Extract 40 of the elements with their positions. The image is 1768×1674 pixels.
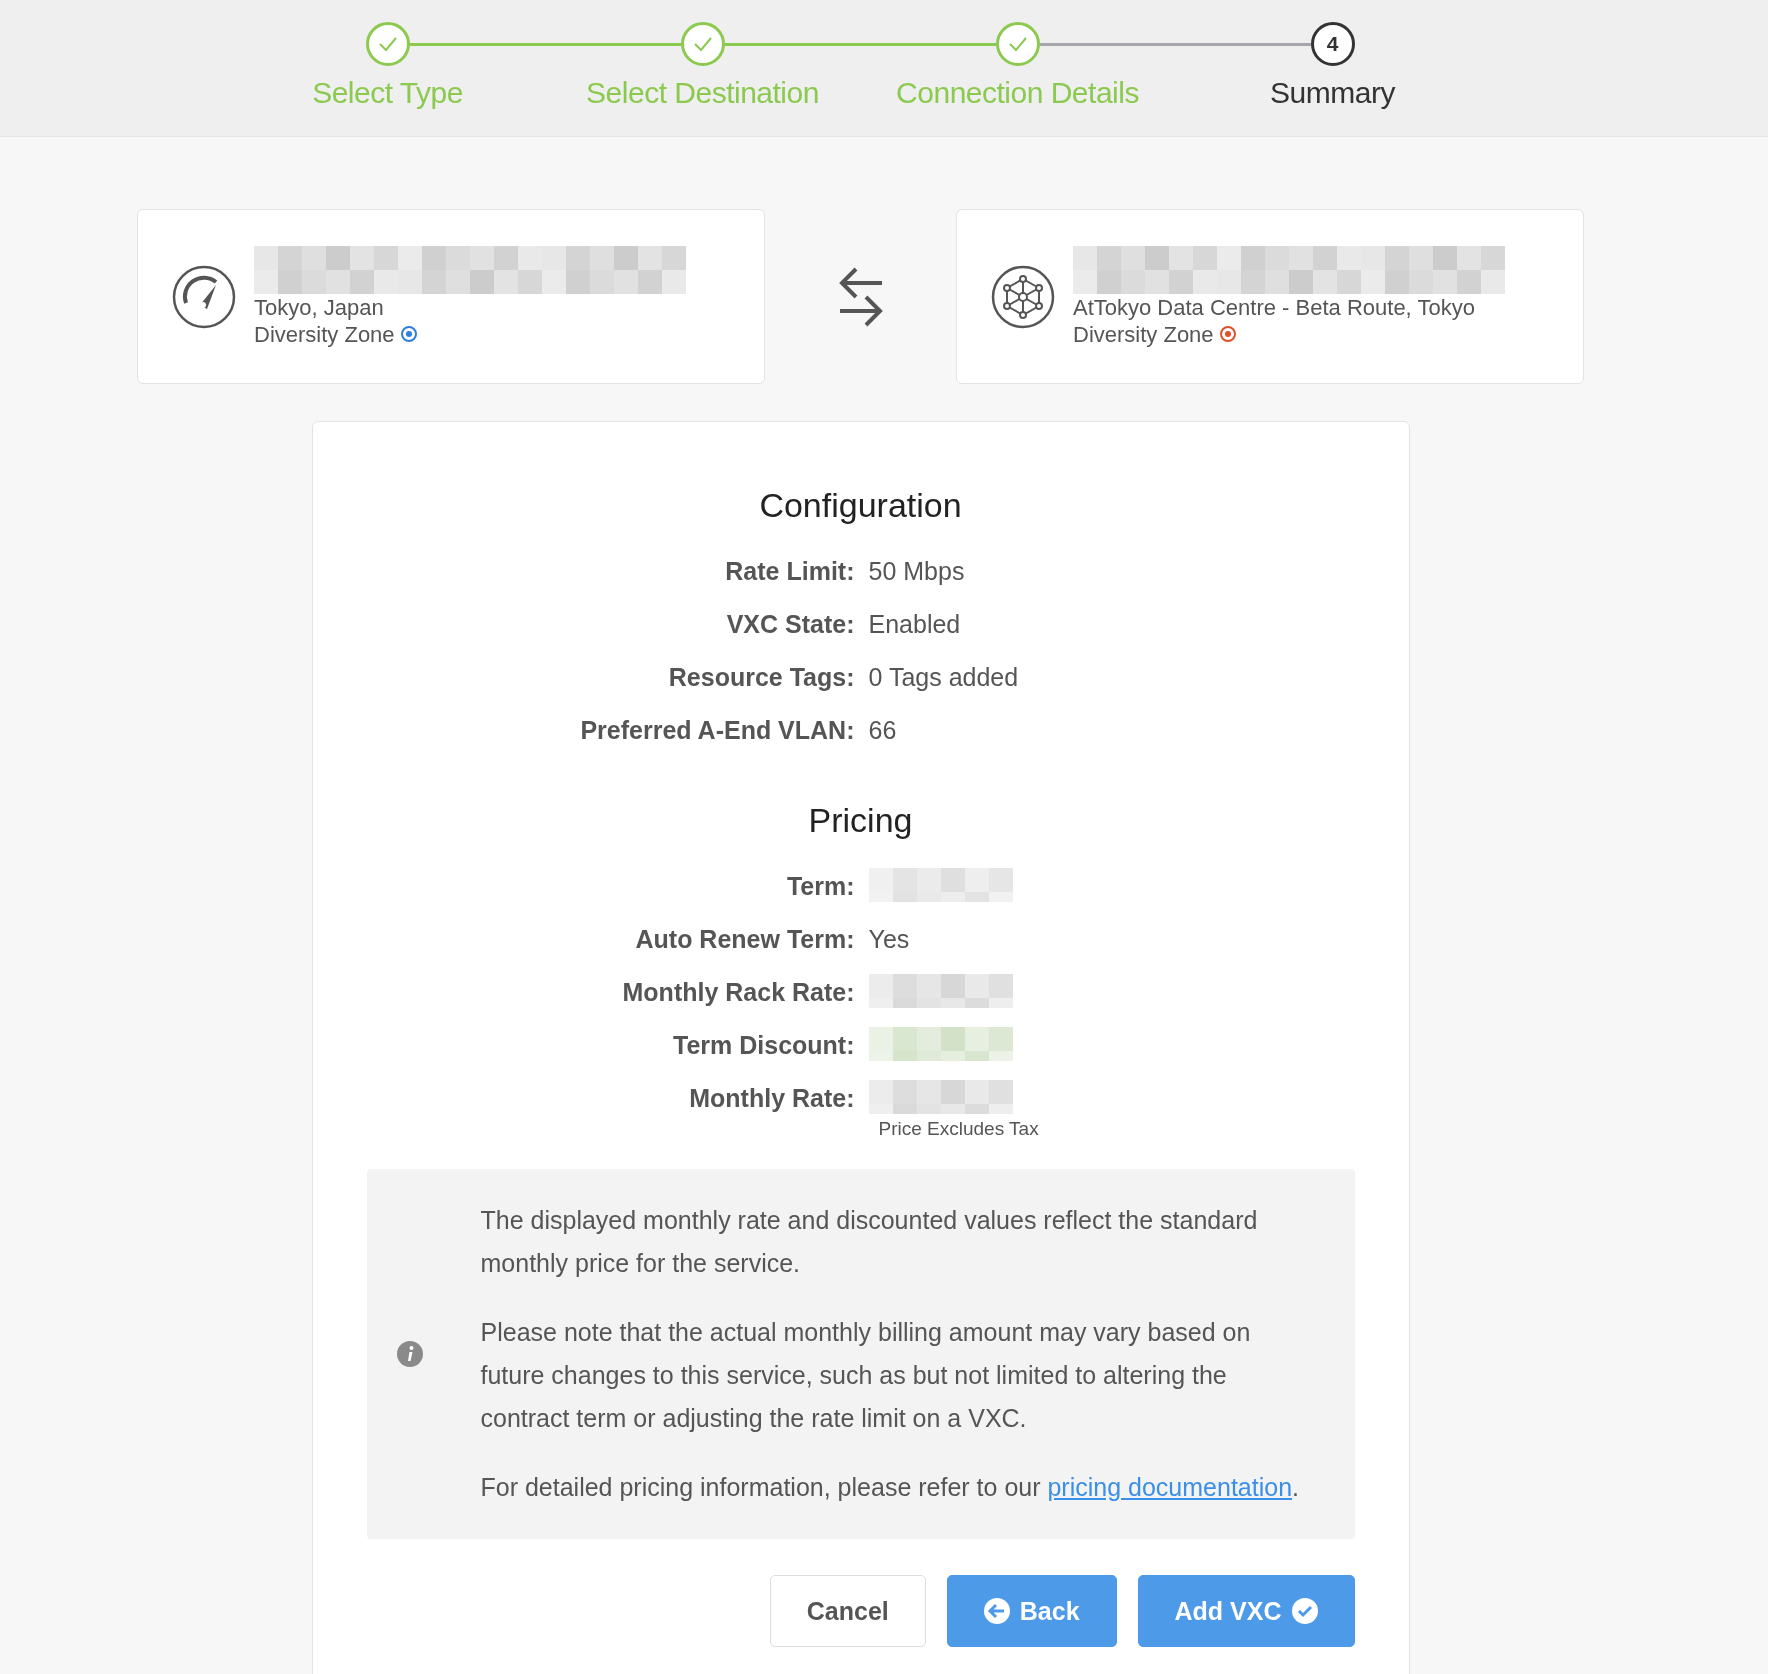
- notice-paragraph: Please note that the actual monthly billing amount may vary based on future changes to this service, such as but not limited to altering the contract term or adjusting the rate limit on a VXC.: [480, 1317, 1252, 1434]
- cancel-button[interactable]: Cancel: [769, 1575, 926, 1647]
- location-text: AtTokyo Data Centre - Beta Route, Tokyo: [1073, 293, 1476, 321]
- check-icon: [1291, 1598, 1318, 1624]
- step-label[interactable]: Summary: [1270, 76, 1395, 110]
- field-value: 66: [868, 715, 898, 746]
- field-value: 50 Mbps: [868, 556, 966, 587]
- field-label: Term Discount:: [672, 1030, 855, 1061]
- step-done-icon[interactable]: [680, 22, 725, 66]
- field-label: Monthly Rate:: [688, 1083, 855, 1114]
- network-icon: [991, 264, 1055, 329]
- field-label: Auto Renew Term:: [634, 924, 855, 955]
- step-label[interactable]: Connection Details: [896, 76, 1139, 110]
- field-label: Resource Tags:: [667, 662, 855, 693]
- pricing-link[interactable]: pricing documentation: [1047, 1473, 1293, 1501]
- step-label[interactable]: Select Type: [312, 76, 463, 110]
- step-done-icon[interactable]: [995, 22, 1040, 66]
- field-value: Enabled: [868, 609, 962, 640]
- step-label[interactable]: Select Destination: [586, 76, 819, 110]
- notice-paragraph: For detailed pricing information, please refer to our pricing documentation.: [480, 1472, 1300, 1503]
- info-icon: [396, 1341, 423, 1367]
- step-done-icon[interactable]: [365, 22, 410, 66]
- step-number[interactable]: 4: [1310, 22, 1355, 66]
- diversity-zone-label: Diversity Zone: [1073, 320, 1214, 348]
- field-label: VXC State:: [725, 609, 855, 640]
- location-text: Tokyo, Japan: [254, 293, 385, 321]
- gauge-icon: [172, 264, 236, 329]
- field-label: Preferred A-End VLAN:: [579, 715, 855, 746]
- field-label: Rate Limit:: [724, 556, 855, 587]
- add-button[interactable]: Add VXC: [1137, 1575, 1355, 1647]
- back-button[interactable]: Back: [946, 1575, 1117, 1647]
- field-label: Monthly Rack Rate:: [621, 977, 855, 1008]
- diversity-zone-label: Diversity Zone: [254, 320, 395, 348]
- field-value: Yes: [868, 924, 911, 955]
- section-title: Pricing: [807, 801, 914, 840]
- field-label: Term:: [785, 871, 855, 902]
- tax-note: Price Excludes Tax: [878, 1118, 1039, 1140]
- section-title: Configuration: [758, 486, 963, 525]
- field-value: 0 Tags added: [868, 662, 1020, 693]
- notice-paragraph: The displayed monthly rate and discounted values reflect the standard monthly price for the service.: [480, 1205, 1259, 1279]
